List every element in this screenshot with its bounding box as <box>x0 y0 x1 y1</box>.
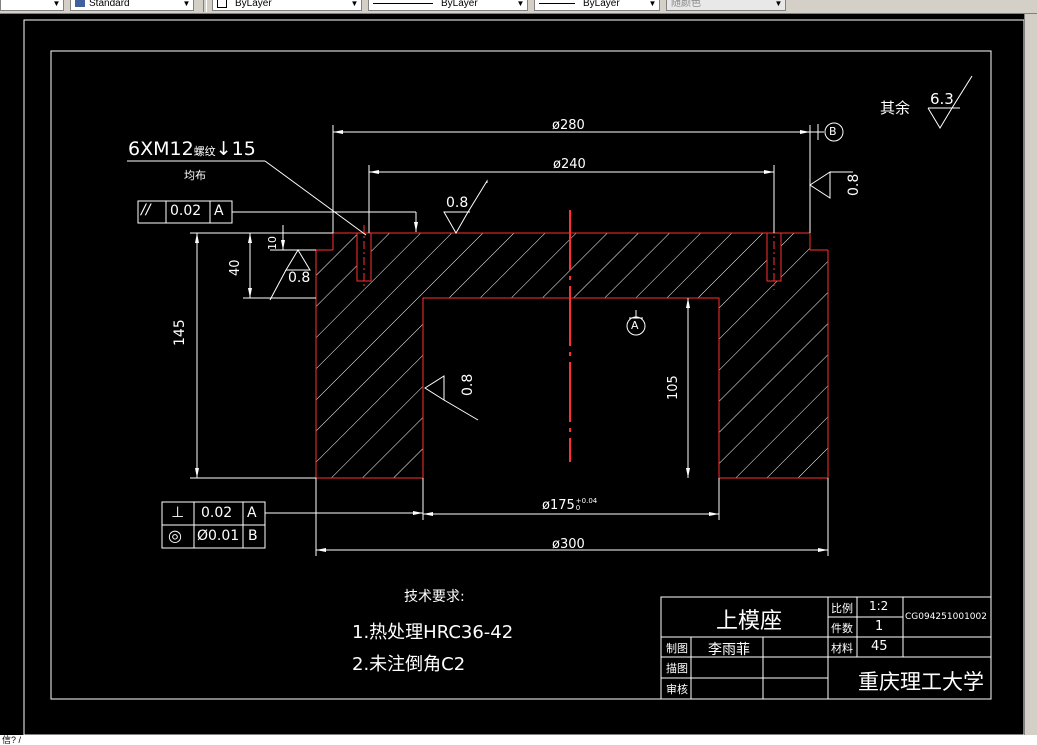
command-line-text: 信? / <box>2 735 22 745</box>
fcf-perp-value: 0.02 <box>201 505 233 521</box>
dim-40: 40 <box>228 259 243 276</box>
thread-note-size: 6XM12 <box>128 138 194 160</box>
fcf-parallel-value: 0.02 <box>170 203 202 219</box>
title-drafted-label: 描图 <box>666 662 688 675</box>
title-organization: 重庆理工大学 <box>858 670 984 694</box>
title-qty-value: 1 <box>875 619 884 634</box>
fcf-concentric-symbol: ◎ <box>168 526 182 545</box>
dim-phi175-value: ø175 <box>542 498 575 513</box>
rough-bore-value: 0.8 <box>460 373 476 396</box>
thread-note: 6XM12螺纹↓15 <box>128 138 256 160</box>
dim-10: 10 <box>266 236 279 250</box>
title-qty-label: 件数 <box>831 622 853 635</box>
thread-note-type: 螺纹 <box>193 145 216 158</box>
vertical-scrollbar[interactable] <box>1024 14 1037 735</box>
title-material-value: 45 <box>871 639 888 654</box>
dim-phi175: ø175 +0.04 0 <box>542 498 597 514</box>
thread-note-even: 均布 <box>184 169 206 182</box>
drawing-canvas[interactable]: ø280 ø240 ø175 +0.04 0 ø300 145 40 10 105 … <box>0 14 1037 735</box>
fcf-perp-symbol: ⊥ <box>171 503 185 521</box>
dim-145: 145 <box>172 319 188 346</box>
title-part-name: 上模座 <box>716 609 783 634</box>
dim-phi175-tolerance: +0.04 0 <box>576 498 597 512</box>
notes-title: 技术要求: <box>404 589 465 605</box>
rough-left-value: 0.8 <box>288 270 311 286</box>
fcf-perp-datum: A <box>247 505 257 521</box>
fcf-parallel-datum: A <box>214 203 224 219</box>
notes-line2: 2.未注倒角C2 <box>352 654 466 675</box>
rough-other-value: 6.3 <box>930 90 954 108</box>
rough-right-value: 0.8 <box>846 173 862 196</box>
title-reviewed-label: 审核 <box>666 683 688 696</box>
fcf-parallel-symbol: // <box>141 202 151 218</box>
title-drawn-label: 制图 <box>666 642 688 655</box>
datum-b-letter: B <box>829 125 837 138</box>
datum-a-letter: A <box>631 319 639 332</box>
title-scale-value: 1:2 <box>869 599 889 613</box>
fcf-concentric-value: Ø0.01 <box>197 528 240 544</box>
dim-phi240: ø240 <box>553 157 586 172</box>
command-line[interactable]: 信? / <box>0 735 1037 745</box>
dim-phi280: ø280 <box>552 118 585 133</box>
title-drawing-number: CG094251001002 <box>905 612 987 622</box>
dim-105: 105 <box>666 375 681 400</box>
fcf-concentric-datum: B <box>248 528 258 544</box>
rough-top-value: 0.8 <box>446 195 469 211</box>
thread-note-depth: ↓15 <box>215 138 256 160</box>
rough-other-label: 其余 <box>880 99 911 117</box>
title-scale-label: 比例 <box>831 602 853 615</box>
notes-line1: 1.热处理HRC36-42 <box>352 622 514 643</box>
title-material-label: 材料 <box>831 642 853 655</box>
title-drawn-name: 李雨菲 <box>708 642 750 658</box>
dim-phi300: ø300 <box>552 537 585 552</box>
tol-lower: 0 <box>575 504 581 512</box>
